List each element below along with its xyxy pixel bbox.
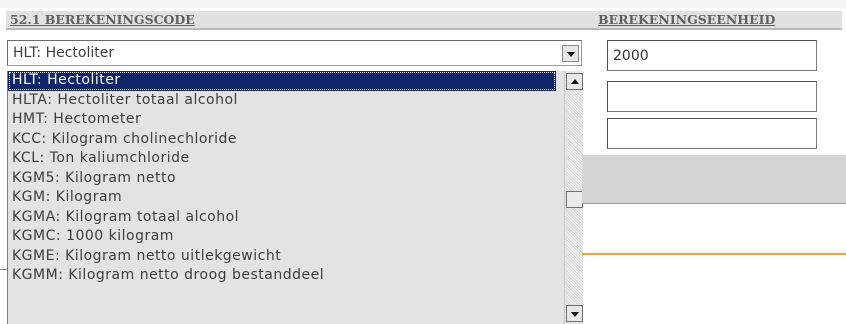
dropdown-option[interactable]: KGM: Kilogram — [8, 188, 583, 208]
dropdown-option[interactable]: HMT: Hectometer — [8, 110, 583, 130]
header-berekeningscode: 52.1 BEREKENINGSCODE — [10, 12, 195, 27]
dropdown-option[interactable]: KCL: Ton kaliumchloride — [8, 149, 583, 169]
dropdown-option[interactable]: KCC: Kilogram cholinechloride — [8, 130, 583, 150]
dropdown-option[interactable]: KGM5: Kilogram netto — [8, 169, 583, 189]
dropdown-option[interactable]: KGMA: Kilogram totaal alcohol — [8, 208, 583, 228]
top-band — [0, 0, 846, 8]
dropdown-scrollbar[interactable] — [564, 71, 583, 324]
select-value: HLT: Hectoliter — [13, 45, 115, 61]
berekeningscode-select[interactable]: HLT: Hectoliter — [7, 40, 582, 66]
dropdown-option[interactable]: KGMM: Kilogram netto droog bestanddeel — [8, 266, 583, 286]
dropdown-option[interactable]: KGMC: 1000 kilogram — [8, 227, 583, 247]
dropdown-toggle-button[interactable] — [562, 45, 579, 62]
scroll-up-button[interactable] — [566, 73, 583, 90]
table-header: 52.1 BEREKENINGSCODE BEREKENINGSEENHEID — [6, 11, 842, 30]
orange-divider — [582, 253, 846, 255]
berekeningseenheid-input-2[interactable] — [607, 81, 817, 112]
dropdown-list[interactable]: HLT: Hectoliter HLTA: Hectoliter totaal … — [7, 71, 583, 324]
scroll-thumb[interactable] — [566, 191, 583, 208]
arrow-down-icon — [571, 312, 579, 317]
chevron-down-icon — [567, 52, 575, 57]
gray-panel — [582, 155, 846, 204]
left-divider-tick — [0, 269, 7, 270]
dropdown-option[interactable]: HLTA: Hectoliter totaal alcohol — [8, 91, 583, 111]
berekeningseenheid-input-3[interactable] — [607, 118, 817, 149]
dropdown-option[interactable]: KGME: Kilogram netto uitlekgewicht — [8, 247, 583, 267]
berekeningseenheid-input-1[interactable] — [607, 40, 817, 71]
arrow-up-icon — [571, 79, 579, 84]
dropdown-option[interactable]: HLT: Hectoliter — [8, 71, 556, 91]
header-berekeningseenheid: BEREKENINGSEENHEID — [598, 12, 776, 27]
scroll-down-button[interactable] — [566, 305, 583, 322]
